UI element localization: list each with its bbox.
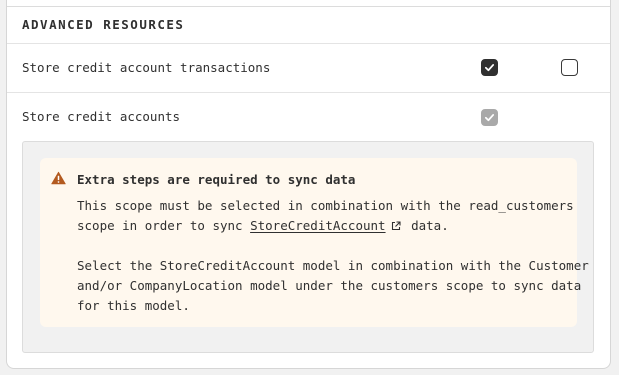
divider [7, 92, 610, 93]
notice-text: scope in order to sync [77, 218, 251, 233]
row-label-store-credit-account-transactions: Store credit account transactions [22, 60, 271, 75]
advanced-resources-panel: ADVANCED RESOURCES Store credit account … [6, 0, 611, 369]
store-credit-account-link[interactable]: StoreCreditAccount [250, 218, 385, 233]
notice-text: and/or CompanyLocation model under the c… [77, 278, 582, 293]
read-checkbox-store-credit-accounts[interactable] [481, 109, 498, 126]
external-link-icon [391, 221, 401, 231]
read-checkbox-store-credit-account-transactions[interactable] [481, 59, 498, 76]
notice-container: Extra steps are required to sync data Th… [22, 141, 594, 353]
notice-text: Select the StoreCreditAccount model in c… [77, 258, 589, 273]
divider [7, 6, 610, 7]
write-checkbox-store-credit-account-transactions[interactable] [561, 59, 578, 76]
section-title: ADVANCED RESOURCES [22, 17, 185, 32]
notice-text: for this model. [77, 298, 190, 313]
notice-paragraph-2: Select the StoreCreditAccount model in c… [77, 256, 589, 316]
warning-icon [51, 171, 66, 185]
checkmark-icon [484, 114, 495, 122]
notice-text: This scope must be selected in combinati… [77, 198, 574, 213]
notice-paragraph-1: This scope must be selected in combinati… [77, 196, 574, 236]
notice-text: data. [403, 218, 449, 233]
checkmark-icon [484, 64, 495, 72]
notice-text-line: scope in order to sync StoreCreditAccoun… [77, 216, 574, 236]
warning-banner: Extra steps are required to sync data Th… [40, 158, 589, 327]
row-label-store-credit-accounts: Store credit accounts [22, 109, 181, 124]
notice-title: Extra steps are required to sync data [77, 172, 356, 187]
divider [7, 43, 610, 44]
